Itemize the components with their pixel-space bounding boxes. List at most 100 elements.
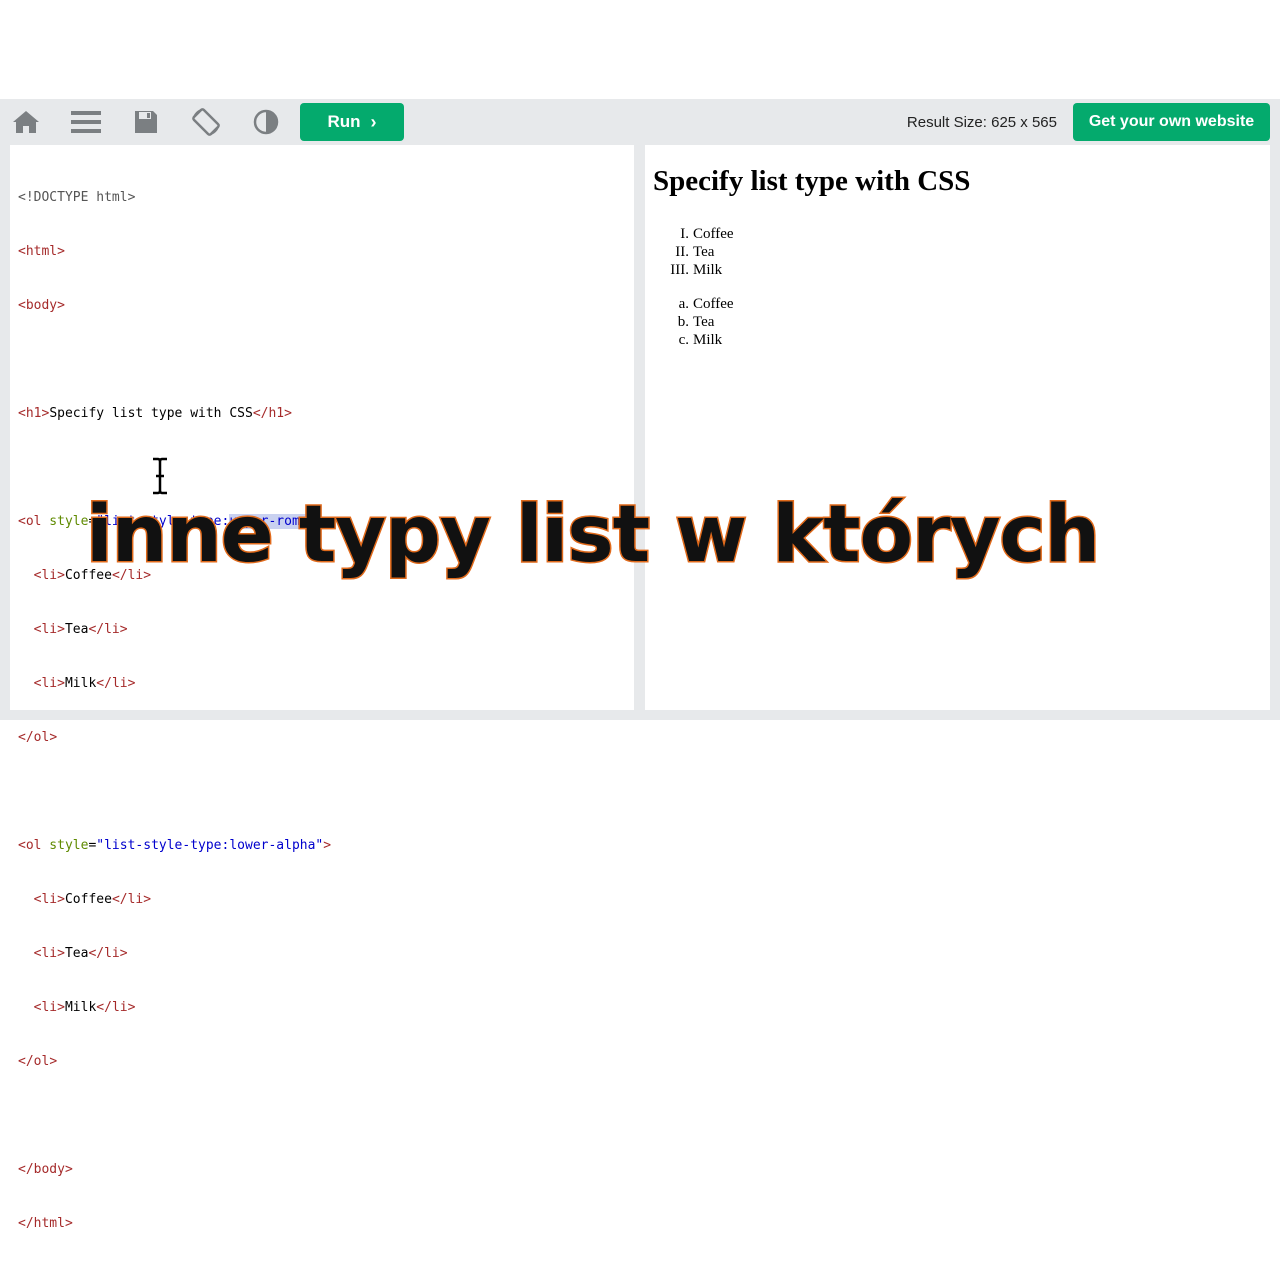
code-token: > [57,1000,65,1015]
result-heading: Specify list type with CSS [653,165,971,197]
code-line: <li>Coffee</li> [18,891,331,909]
code-line: </ol> [18,729,331,747]
code-token: html [33,1216,65,1231]
list-marker: a. [678,296,689,312]
code-token: < [18,298,26,313]
code-token: = [88,838,97,853]
code-token: < [18,568,42,583]
code-token: style [41,514,89,529]
code-token: </ [18,730,34,745]
code-token: < [18,1000,42,1015]
run-button[interactable]: Run › [300,103,404,141]
code-token: h1 [25,406,42,421]
code-line: <li>Tea</li> [18,621,331,639]
code-line: <body> [18,297,331,315]
code-token: li [41,622,58,637]
code-line: <li>Milk</li> [18,675,331,693]
list-item-text: Tea [693,244,715,260]
list-marker: c. [678,332,689,348]
code-token: > [57,946,65,961]
code-token: > [64,1162,73,1177]
code-line: </body> [18,1161,331,1179]
code-token: ol [33,730,50,745]
rotate-icon[interactable] [191,107,221,137]
toolbar: Run › Result Size: 625 x 565 Get your ow… [0,99,1280,145]
top-blank-area [0,0,1280,99]
code-token: </ [88,946,105,961]
code-token: Tea [64,622,89,637]
code-token: <!DOCTYPE html> [18,190,136,205]
code-token: Specify list type with CSS [49,406,253,421]
code-token: > [57,622,65,637]
code-line: </html> [18,1215,331,1233]
run-label: Run [327,112,361,131]
code-token: < [18,622,42,637]
chevron-right-icon: › [370,111,377,132]
list-item-text: Coffee [693,296,734,312]
code-token: </ [88,622,105,637]
code-token: </ [18,1054,34,1069]
list-item-text: Tea [693,314,715,330]
code-token: > [49,730,58,745]
code-token: li [104,622,120,637]
code-token: style [41,838,89,853]
home-icon[interactable] [11,107,41,137]
video-caption: inne typy list w których [85,489,1102,582]
code-token: < [18,514,26,529]
code-token: body [33,1162,65,1177]
code-editor[interactable]: <!DOCTYPE html> <html> <body> <h1>Specif… [10,145,634,1231]
code-token: > [57,244,65,259]
code-token: > [57,568,65,583]
code-token: ol [25,838,42,853]
list-marker: II. [675,244,689,260]
result-panel: Specify list type with CSS I. Coffee II. T… [645,145,1270,710]
code-token: > [127,1000,136,1015]
code-content[interactable]: <!DOCTYPE html> <html> <body> <h1>Specif… [18,153,331,1269]
code-token: Milk [64,1000,97,1015]
code-token: > [284,406,292,421]
code-token: </ [18,1162,34,1177]
save-icon[interactable] [131,107,161,137]
code-line: <h1>Specify list type with CSS</h1> [18,405,331,423]
menu-icon[interactable] [71,107,101,137]
code-token: > [143,892,152,907]
code-token: h1 [268,406,285,421]
code-token: html [25,244,58,259]
code-token: li [127,892,144,907]
list-item-text: Milk [693,332,723,348]
code-token: > [57,676,65,691]
code-token: > [119,946,128,961]
list-marker: b. [677,314,689,330]
code-token: li [41,1000,58,1015]
work-area: <!DOCTYPE html> <html> <body> <h1>Specif… [0,145,1280,1231]
code-token: < [18,838,26,853]
contrast-icon[interactable] [251,107,281,137]
code-token: < [18,676,42,691]
result-size-label: Result Size: 625 x 565 [906,114,1057,131]
code-token: < [18,946,42,961]
list-marker: I. [680,226,689,242]
code-token: </ [96,1000,112,1015]
code-token: < [18,244,26,259]
code-token: </ [252,406,269,421]
get-your-own-website-button[interactable]: Get your own website [1073,103,1270,141]
code-token: Tea [64,946,89,961]
code-token: li [104,946,120,961]
code-token: li [111,1000,128,1015]
code-token: < [18,892,42,907]
code-token: li [41,568,58,583]
code-token: Milk [64,676,97,691]
code-line: </ol> [18,1053,331,1071]
code-token: Coffee [64,892,112,907]
code-token: li [41,946,58,961]
code-token: > [49,1054,58,1069]
list-item-text: Milk [693,262,723,278]
code-token: "list-style-type:lower-alpha" [96,838,324,853]
code-line: <li>Milk</li> [18,999,331,1017]
code-token: > [119,622,128,637]
code-token: > [323,838,332,853]
